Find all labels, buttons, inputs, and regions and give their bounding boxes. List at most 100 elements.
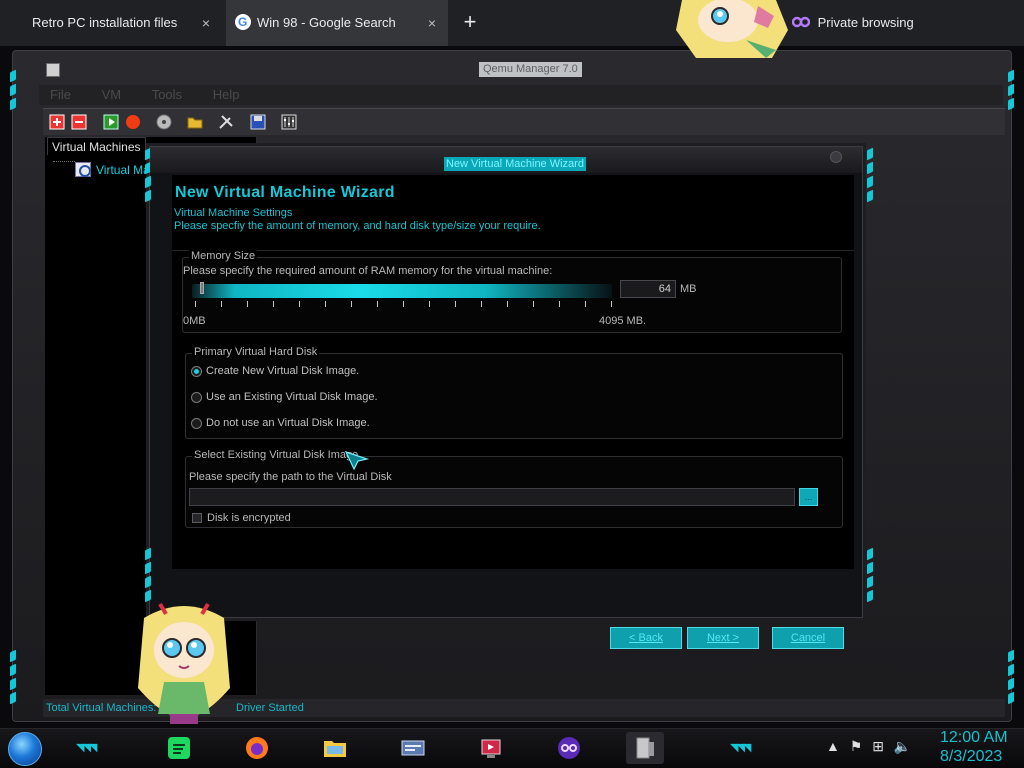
memory-slider-thumb[interactable] <box>200 282 205 294</box>
start-button[interactable] <box>8 732 42 766</box>
disk-encrypted-checkbox[interactable] <box>192 513 202 523</box>
memory-slider[interactable] <box>192 282 612 298</box>
settings-button[interactable] <box>218 114 234 130</box>
no-disk-label[interactable]: Do not use an Virtual Disk Image. <box>206 417 370 429</box>
new-vm-wizard-dialog: New Virtual Machine Wizard New Virtual M… <box>145 146 873 649</box>
path-prompt: Please specify the path to the Virtual D… <box>189 471 392 483</box>
properties-button[interactable] <box>281 114 297 130</box>
taskbar-app-control-panel[interactable] <box>394 732 432 764</box>
slider-tick <box>585 301 586 307</box>
cd-icon <box>156 114 172 130</box>
slider-tick <box>325 301 326 307</box>
slider-tick <box>221 301 222 307</box>
spotify-icon <box>168 737 190 759</box>
save-button[interactable] <box>250 114 266 130</box>
volume-icon[interactable]: 🔈 <box>894 738 911 754</box>
disk-path-input[interactable] <box>189 488 795 506</box>
no-disk-radio[interactable] <box>191 418 202 429</box>
notification-icon[interactable]: ▲ <box>826 738 840 754</box>
slider-tick <box>273 301 274 307</box>
tab-close-icon[interactable]: × <box>424 15 440 31</box>
clock-date[interactable]: 8/3/2023 <box>940 748 1002 766</box>
tab-title: Retro PC installation files <box>32 15 178 30</box>
add-vm-button[interactable] <box>49 114 65 130</box>
menu-bar: File VM Tools Help <box>39 85 1003 105</box>
storage-icon <box>636 737 654 759</box>
browser-tab-google-search[interactable]: G Win 98 - Google Search × <box>226 0 448 46</box>
new-tab-button[interactable]: + <box>457 9 483 35</box>
taskbar-app-spotify[interactable] <box>160 732 198 764</box>
app-system-icon[interactable] <box>46 63 60 77</box>
existing-disk-label[interactable]: Use an Existing Virtual Disk Image. <box>206 391 378 403</box>
browser-tab-retro-pc[interactable]: Retro PC installation files × <box>0 0 226 46</box>
frame-accent <box>866 547 874 605</box>
taskbar-app-file-explorer[interactable] <box>316 732 354 764</box>
slider-tick <box>611 301 612 307</box>
menu-file[interactable]: File <box>50 87 71 102</box>
menu-tools[interactable]: Tools <box>152 87 182 102</box>
tab-close-icon[interactable]: × <box>198 15 214 31</box>
dialog-titlebar[interactable]: New Virtual Machine Wizard <box>150 147 862 173</box>
media-app-icon <box>481 739 501 758</box>
create-disk-radio[interactable] <box>191 366 202 377</box>
taskbar-app-firefox[interactable] <box>238 732 276 764</box>
slider-tick <box>481 301 482 307</box>
frame-accent <box>866 147 874 205</box>
sliders-icon <box>281 114 297 130</box>
private-browsing-indicator: Private browsing <box>792 0 914 46</box>
wizard-body: Memory Size Please specify the required … <box>172 250 854 569</box>
slider-tick <box>455 301 456 307</box>
memory-size-group: Memory Size Please specify the required … <box>182 250 842 333</box>
google-favicon-icon: G <box>235 14 251 30</box>
wizard-description: Please specfiy the amount of memory, and… <box>174 220 541 232</box>
back-button[interactable]: < Back <box>610 627 682 649</box>
menu-vm[interactable]: VM <box>102 87 122 102</box>
start-vm-button[interactable] <box>103 114 119 130</box>
frame-accent <box>9 69 17 113</box>
wizard-subheading: Virtual Machine Settings <box>174 207 293 219</box>
existing-disk-path-group: Select Existing Virtual Disk Image Pleas… <box>185 449 843 528</box>
taskbar-app-storage[interactable] <box>626 732 664 764</box>
window-titlebar[interactable]: Qemu Manager 7.0 <box>43 61 1005 79</box>
folder-icon <box>187 117 203 129</box>
taskbar: ◥◥◥ ◥◥◥ ▲ ⚑ ⊞ 🔈 12:00 AM 8/3/2023 <box>0 728 1024 768</box>
cancel-button[interactable]: Cancel <box>772 627 844 649</box>
menu-help[interactable]: Help <box>213 87 240 102</box>
existing-disk-radio[interactable] <box>191 392 202 403</box>
next-button[interactable]: Next > <box>687 627 759 649</box>
memory-value-input[interactable]: 64 <box>620 280 676 298</box>
memory-size-legend: Memory Size <box>189 250 258 262</box>
primary-disk-legend: Primary Virtual Hard Disk <box>192 346 320 358</box>
tab-virtual-machines[interactable]: Virtual Machines <box>47 137 146 155</box>
existing-disk-path-legend: Select Existing Virtual Disk Image <box>192 449 361 461</box>
taskbar-app-private-browsing[interactable] <box>550 732 588 764</box>
play-icon <box>103 114 119 130</box>
taskbar-app-media[interactable] <box>472 732 510 764</box>
control-panel-icon <box>401 740 425 756</box>
save-icon <box>250 114 266 130</box>
frame-accent <box>9 649 17 707</box>
slider-tick <box>533 301 534 307</box>
network-icon[interactable]: ⊞ <box>872 738 884 754</box>
window-title: Qemu Manager 7.0 <box>479 62 582 77</box>
toolbar <box>43 108 1005 135</box>
memory-prompt: Please specify the required amount of RA… <box>183 265 553 277</box>
clock-time[interactable]: 12:00 AM <box>940 729 1008 747</box>
browse-button[interactable]: ... <box>799 488 818 506</box>
slider-tick <box>247 301 248 307</box>
create-disk-label[interactable]: Create New Virtual Disk Image. <box>206 365 359 377</box>
disk-encrypted-label[interactable]: Disk is encrypted <box>207 512 291 524</box>
tab-title: Win 98 - Google Search <box>257 15 396 30</box>
system-tray: ▲ ⚑ ⊞ 🔈 <box>826 738 917 755</box>
slider-tick <box>377 301 378 307</box>
disk-button[interactable] <box>156 114 172 130</box>
open-folder-button[interactable] <box>187 114 203 130</box>
flag-icon[interactable]: ⚑ <box>850 738 863 754</box>
remove-vm-button[interactable] <box>71 114 87 130</box>
memory-slider-ticks <box>195 301 615 307</box>
dialog-title: New Virtual Machine Wizard <box>444 157 586 171</box>
stop-vm-button[interactable] <box>125 114 141 130</box>
slider-tick <box>299 301 300 307</box>
remove-icon <box>71 114 87 130</box>
dialog-close-icon[interactable] <box>830 151 842 163</box>
